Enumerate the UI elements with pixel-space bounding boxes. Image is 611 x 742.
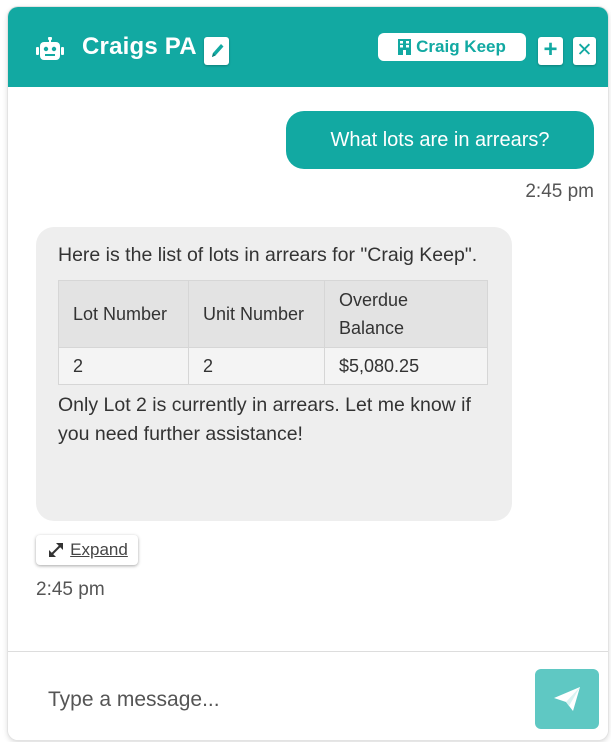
table-cell: 2 [188, 347, 325, 385]
building-selector[interactable]: Craig Keep [378, 33, 526, 61]
expand-icon [49, 543, 64, 557]
bot-message-outro: Only Lot 2 is currently in arrears. Let … [58, 394, 471, 445]
table-header-row: Lot Number Unit Number Overdue Balance [58, 280, 488, 348]
column-header: Overdue Balance [324, 280, 488, 348]
send-button[interactable] [535, 669, 599, 729]
close-icon: ✕ [576, 40, 593, 61]
new-chat-button[interactable]: + [538, 37, 563, 65]
table-row: 2 2 $5,080.25 [58, 347, 488, 385]
column-header: Lot Number [58, 280, 189, 348]
building-name: Craig Keep [416, 37, 506, 56]
user-message-timestamp: 2:45 pm [525, 181, 594, 202]
chat-header: Craigs PA Craig Keep + ✕ [8, 7, 608, 87]
user-message-text: What lots are in arrears? [330, 128, 550, 151]
bot-message-bubble: Here is the list of lots in arrears for … [36, 227, 512, 521]
column-header: Unit Number [188, 280, 325, 348]
bot-message-intro: Here is the list of lots in arrears for … [58, 244, 478, 266]
message-input[interactable] [48, 682, 488, 718]
chat-title: Craigs PA [82, 33, 197, 60]
chat-widget: Craigs PA Craig Keep + ✕ What lots are i… [8, 7, 608, 740]
pencil-icon [211, 44, 223, 57]
arrears-table: Lot Number Unit Number Overdue Balance 2… [58, 280, 488, 385]
expand-button[interactable]: Expand [36, 535, 138, 565]
building-icon [398, 39, 412, 55]
user-message-bubble: What lots are in arrears? [286, 111, 594, 169]
table-cell: $5,080.25 [324, 347, 488, 385]
robot-icon [36, 37, 64, 60]
bot-message-timestamp: 2:45 pm [36, 579, 105, 600]
message-composer [8, 651, 608, 740]
close-button[interactable]: ✕ [573, 37, 596, 65]
plus-icon: + [543, 36, 558, 63]
edit-title-button[interactable] [204, 37, 229, 65]
expand-label: Expand [70, 540, 128, 559]
table-cell: 2 [58, 347, 189, 385]
send-icon [554, 687, 580, 711]
